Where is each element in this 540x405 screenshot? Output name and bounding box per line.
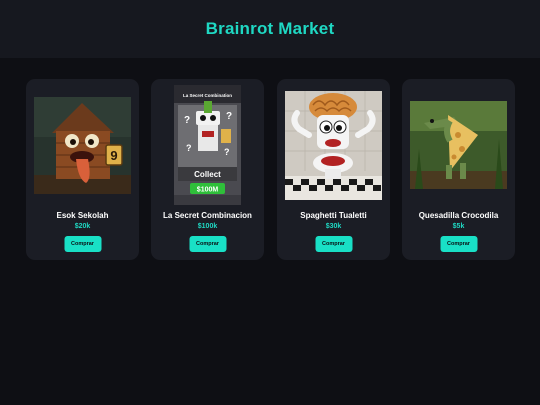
svg-text:9: 9	[110, 148, 117, 163]
product-name: Spaghetti Tualetti	[300, 211, 367, 220]
product-image-frame: La Secret Combination ? ? ? ? Collect $1…	[151, 85, 264, 205]
product-image-frame	[277, 89, 390, 201]
product-name: La Secret Combinacion	[163, 211, 252, 220]
product-card: 9 Esok Sekolah $20k Comprar	[26, 79, 139, 260]
product-card: Spaghetti Tualetti $30k Comprar	[277, 79, 390, 260]
quesadilla-croc-image	[410, 101, 507, 189]
product-image-frame	[402, 89, 515, 201]
buy-button[interactable]: Comprar	[64, 236, 101, 252]
product-price: $5k	[452, 223, 465, 230]
product-grid: 9 Esok Sekolah $20k Comprar La Secret Co…	[0, 0, 540, 405]
product-price: $30k	[325, 223, 342, 230]
collect-label: Collect	[194, 170, 221, 179]
svg-text:?: ?	[224, 147, 230, 157]
secret-card-image: La Secret Combination ? ? ? ? Collect $1…	[174, 85, 241, 205]
product-card: Quesadilla Crocodila $5k Comprar	[402, 79, 515, 260]
svg-text:?: ?	[226, 111, 232, 122]
buy-button[interactable]: Comprar	[189, 236, 226, 252]
hut-creature-image: 9	[34, 96, 131, 194]
product-name: Quesadilla Crocodila	[418, 211, 499, 220]
product-price: $20k	[74, 223, 91, 230]
product-image-frame: 9	[26, 89, 139, 201]
card-heading: La Secret Combination	[183, 93, 232, 98]
product-card: La Secret Combination ? ? ? ? Collect $1…	[151, 79, 264, 260]
buy-button[interactable]: Comprar	[315, 236, 352, 252]
product-name: Esok Sekolah	[56, 211, 109, 220]
buy-button[interactable]: Comprar	[440, 236, 477, 252]
svg-text:?: ?	[184, 115, 190, 126]
spaghetti-toilet-image	[285, 90, 382, 200]
collect-amount: $100M	[197, 187, 219, 194]
product-price: $100k	[197, 223, 218, 230]
svg-text:?: ?	[186, 143, 192, 153]
